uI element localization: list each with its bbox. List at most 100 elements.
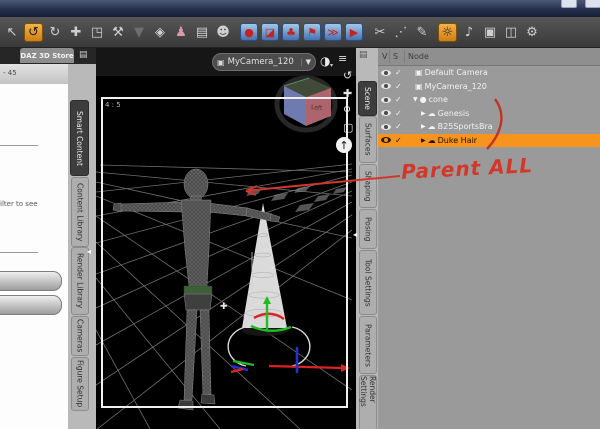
expand-closed-icon[interactable]: ▶ bbox=[421, 137, 426, 144]
joint-editor-icon[interactable]: ⚒ bbox=[109, 23, 127, 41]
render-note-icon[interactable]: ♪ bbox=[460, 23, 478, 41]
scene-row-mycamera[interactable]: ✓ ▣ MyCamera_120 bbox=[378, 80, 600, 94]
orbit-icon[interactable]: ↺ bbox=[343, 70, 352, 81]
red-arrows-icon[interactable]: ≫ bbox=[324, 23, 342, 41]
panel-collapse-handle[interactable]: ◂ bbox=[87, 248, 91, 256]
visibility-eye-icon[interactable] bbox=[381, 110, 391, 117]
red-play-icon[interactable]: ▶ bbox=[345, 23, 363, 41]
render-image-icon[interactable]: ◫ bbox=[502, 23, 520, 41]
selectable-check-icon[interactable]: ✓ bbox=[395, 95, 407, 104]
visibility-eye-icon[interactable] bbox=[381, 137, 391, 144]
hatch-lines-icon[interactable]: ⋰ bbox=[392, 23, 410, 41]
tab-render-library[interactable]: Render Library bbox=[71, 247, 89, 315]
rotate-tool-icon[interactable]: ↻ bbox=[46, 23, 64, 41]
node-label: Genesis bbox=[437, 108, 470, 118]
visibility-eye-icon[interactable] bbox=[381, 96, 391, 103]
red-tree-icon[interactable]: ♣ bbox=[282, 23, 300, 41]
selectable-check-icon[interactable]: ✓ bbox=[395, 109, 407, 118]
divider bbox=[0, 145, 38, 146]
aspect-arrow-icon[interactable]: ↑ bbox=[336, 137, 352, 153]
frame-icon[interactable]: ▢ bbox=[343, 122, 353, 133]
pencil-edit-icon[interactable]: ✎ bbox=[413, 23, 431, 41]
red-wedge-icon[interactable]: ◪ bbox=[261, 23, 279, 41]
aspect-ratio-label: 4 : 5 bbox=[105, 101, 121, 109]
dropdown-arrow-icon[interactable]: ▼ bbox=[130, 23, 148, 41]
scene-tree-header: V S Node bbox=[378, 48, 600, 66]
camera-node-icon: ▣ bbox=[415, 81, 423, 91]
tab-render-settings[interactable]: Render Settings bbox=[359, 375, 377, 429]
prop-node-icon: ● bbox=[419, 95, 427, 105]
tab-figure-setup[interactable]: Figure Setup bbox=[71, 357, 89, 411]
column-node: Node bbox=[408, 52, 429, 61]
expand-closed-icon[interactable]: ▶ bbox=[421, 110, 426, 117]
grid-list-icon[interactable]: ▤ bbox=[193, 23, 211, 41]
gear-icon[interactable]: ⚙ bbox=[523, 23, 541, 41]
character-bust-icon[interactable]: ☻ bbox=[214, 23, 232, 41]
tab-shaping[interactable]: Shaping bbox=[359, 164, 377, 208]
column-selectable: S bbox=[393, 52, 399, 61]
node-label: cone bbox=[428, 95, 448, 105]
content-panel: ilter to see bbox=[0, 84, 68, 429]
dock-panel-icon[interactable]: ▤ bbox=[79, 50, 88, 60]
tab-surfaces[interactable]: Surfaces bbox=[359, 116, 377, 163]
maximize-button[interactable] bbox=[585, 0, 600, 8]
result-count-bar: - 45 bbox=[0, 64, 68, 85]
panel-button[interactable] bbox=[0, 295, 62, 315]
minimize-button[interactable] bbox=[561, 0, 577, 8]
visibility-eye-icon[interactable] bbox=[381, 123, 391, 130]
expand-open-icon[interactable]: ▼ bbox=[413, 96, 418, 103]
selectable-check-icon[interactable]: ✓ bbox=[395, 82, 407, 91]
main-toolbar: ↖ ↺ ↻ ✚ ◳ ⚒ ▼ ◈ ♟ ▤ ☻ ● ◪ ♣ ⚑ ≫ ▶ ✂ ⋰ ✎ … bbox=[0, 17, 600, 48]
visibility-eye-icon[interactable] bbox=[381, 83, 391, 90]
translate-tool-icon[interactable]: ✚ bbox=[67, 23, 85, 41]
figure-node-icon: ☁ bbox=[427, 135, 436, 145]
scene-row-default-camera[interactable]: ✓ ▣ Default Camera bbox=[378, 66, 600, 80]
pointer-tool-icon[interactable]: ↖ bbox=[3, 23, 21, 41]
red-ball-icon[interactable]: ● bbox=[240, 23, 258, 41]
tab-scene[interactable]: Scene bbox=[358, 81, 377, 116]
lightbulb-icon[interactable]: ☼ bbox=[438, 22, 457, 42]
camera-icon[interactable]: ▣ bbox=[481, 23, 499, 41]
filter-hint-text: ilter to see bbox=[0, 200, 38, 208]
visibility-eye-icon[interactable] bbox=[381, 69, 391, 76]
title-bar bbox=[0, 0, 600, 17]
figure-node-icon: ☁ bbox=[427, 122, 436, 132]
panel-button[interactable] bbox=[0, 271, 62, 291]
red-flag-icon[interactable]: ⚑ bbox=[303, 23, 321, 41]
zoom-icon[interactable]: ⚲ bbox=[343, 105, 351, 116]
tab-content-library[interactable]: Content Library bbox=[71, 177, 89, 247]
column-visible: V bbox=[382, 52, 388, 61]
scene-panel: V S Node ✓ ▣ Default Camera ✓ ▣ MyCamera_1… bbox=[378, 48, 600, 429]
scene-row-duke-hair[interactable]: ✓ ▶ ☁ Duke Hair bbox=[378, 133, 600, 147]
tab-posing[interactable]: Posing bbox=[359, 209, 377, 249]
panel-menu-icon[interactable]: ▤ bbox=[359, 50, 368, 60]
scene-row-sportsbra[interactable]: ✓ ▶ ☁ B25SportsBra bbox=[378, 120, 600, 134]
surface-selection-icon[interactable]: ◈ bbox=[151, 23, 169, 41]
expand-closed-icon[interactable]: ▶ bbox=[421, 123, 426, 130]
tab-smart-content[interactable]: Smart Content bbox=[70, 100, 89, 176]
scene-row-cone[interactable]: ✓ ▼ ● cone bbox=[378, 93, 600, 107]
panel-collapse-handle[interactable]: ◂ bbox=[353, 231, 357, 239]
tab-parameters[interactable]: Parameters bbox=[359, 316, 377, 374]
scene-row-genesis[interactable]: ✓ ▶ ☁ Genesis bbox=[378, 107, 600, 121]
scissors-icon[interactable]: ✂ bbox=[371, 23, 389, 41]
universal-tool-icon[interactable]: ↺ bbox=[24, 22, 43, 42]
scale-tool-icon[interactable]: ◳ bbox=[88, 23, 106, 41]
daz-studio-window: ↖ ↺ ↻ ✚ ◳ ⚒ ▼ ◈ ♟ ▤ ☻ ● ◪ ♣ ⚑ ≫ ▶ ✂ ⋰ ✎ … bbox=[0, 0, 600, 429]
selectable-check-icon[interactable]: ✓ bbox=[395, 122, 407, 131]
node-label: Duke Hair bbox=[437, 135, 478, 145]
selectable-check-icon[interactable]: ✓ bbox=[395, 68, 407, 77]
viewport[interactable]: ▣ MyCamera_120 ▼ ◑ ▾ ≡ Left 4: 5 ✚ ↺ ✚ … bbox=[96, 48, 356, 429]
pan-icon[interactable]: ✚ bbox=[343, 88, 352, 99]
move-cursor-icon: ✚ bbox=[220, 302, 228, 312]
node-label: MyCamera_120 bbox=[424, 81, 487, 91]
node-label: B25SportsBra bbox=[437, 122, 493, 132]
divider bbox=[0, 252, 38, 253]
tab-tool-settings[interactable]: Tool Settings bbox=[359, 250, 377, 315]
daz-store-tab[interactable]: DAZ 3D Store bbox=[20, 48, 74, 63]
aspect-frame bbox=[101, 97, 348, 408]
figure-icon[interactable]: ♟ bbox=[172, 23, 190, 41]
tab-cameras[interactable]: Cameras bbox=[71, 316, 89, 356]
node-label: Default Camera bbox=[424, 68, 488, 78]
selectable-check-icon[interactable]: ✓ bbox=[395, 136, 407, 145]
